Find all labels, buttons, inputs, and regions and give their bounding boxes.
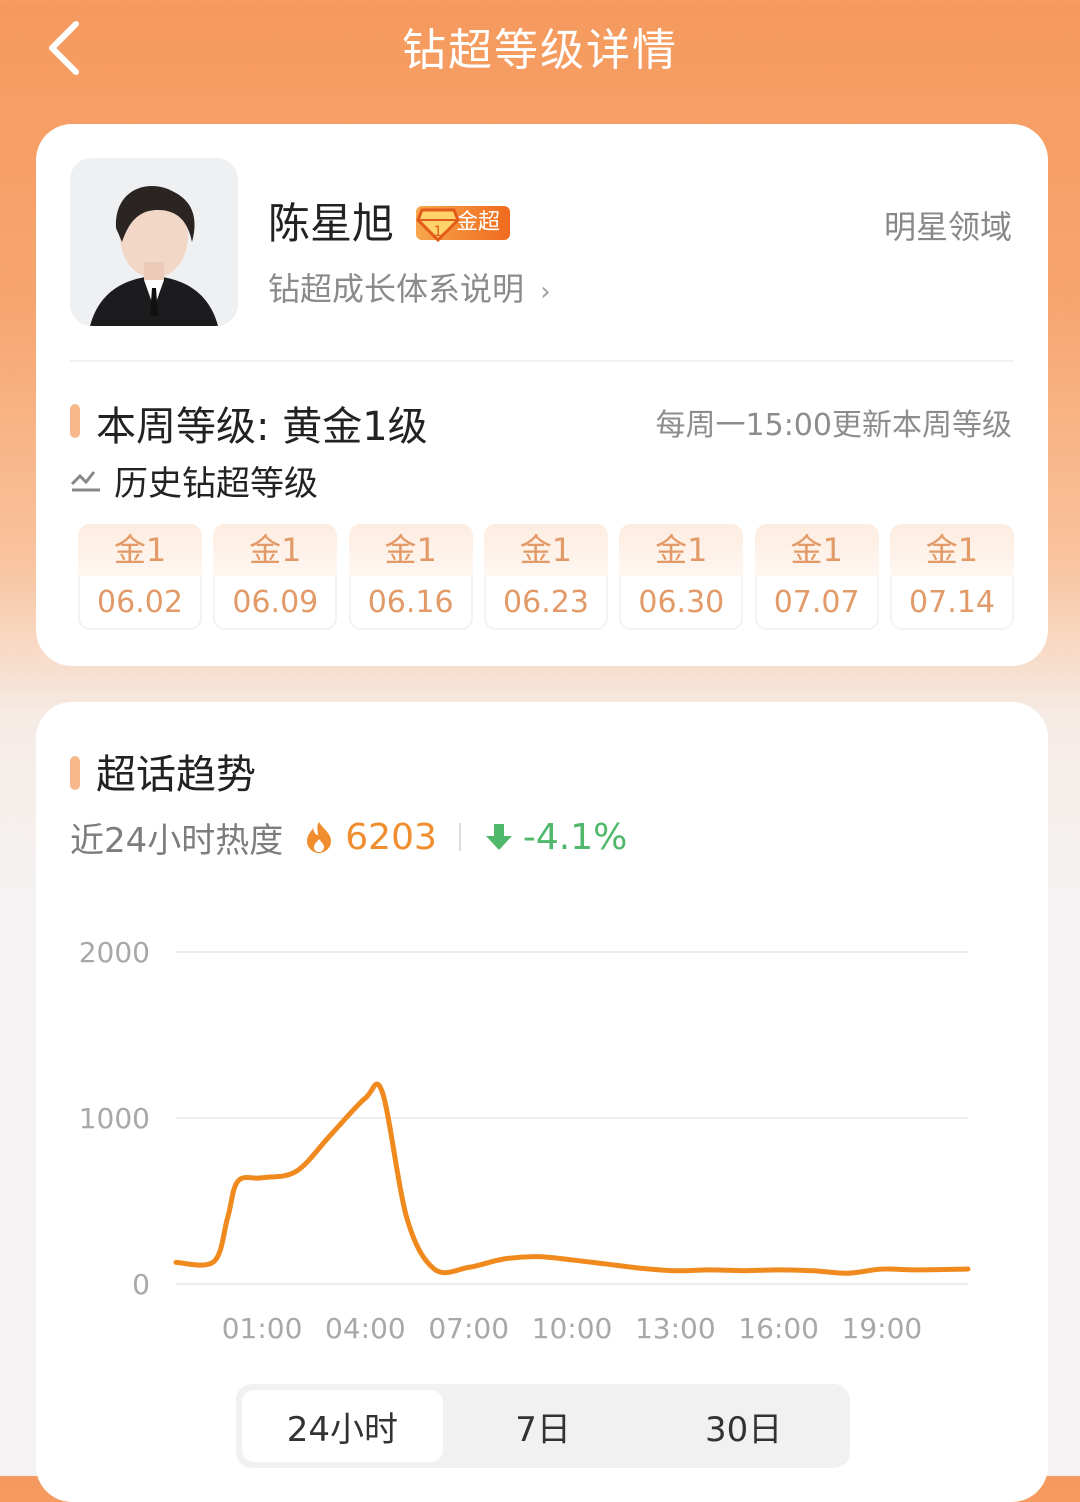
history-cell: 金1 06.16 (348, 524, 473, 630)
avatar-image (70, 158, 238, 326)
top-bar: 钻超等级详情 (0, 0, 1080, 96)
growth-link-label: 钻超成长体系说明 (268, 270, 525, 308)
tab-30d[interactable]: 30日 (643, 1390, 844, 1462)
y-tick-label: 2000 (79, 936, 150, 969)
trend-chart: 2000 1000 0 01:00 04:00 07:00 10:00 13:00 16:00 1… (79, 936, 971, 1345)
diamond-icon: 1 (416, 208, 460, 243)
svg-text:1: 1 (434, 224, 443, 240)
history-grid: 金1 06.02 金1 06.09 金1 06.16 金1 06.23 金1 06.30 … (78, 524, 1014, 630)
growth-system-link[interactable]: 钻超成长体系说明 › (268, 264, 551, 310)
history-level: 金1 (213, 524, 338, 576)
history-level: 金1 (483, 524, 608, 576)
history-cell: 金1 07.07 (754, 524, 879, 630)
accent-bar (70, 756, 80, 790)
domain-label[interactable]: 明星领域 (884, 202, 1012, 248)
badge-label: 1 金超 (416, 206, 511, 243)
profile-card: 陈星旭 1 金超 钻超成长体系说明 › 明星领域 本周等级: 黄金1级 每周一1… (36, 124, 1048, 666)
x-tick-label: 10:00 (532, 1312, 613, 1345)
update-note: 每周一15:00更新本周等级 (655, 408, 1012, 443)
series-line (173, 1081, 971, 1276)
current-level: 本周等级: 黄金1级 (96, 404, 428, 450)
accent-bar (70, 404, 80, 438)
domain-text: 明星领域 (883, 208, 1012, 246)
arrow-down-icon (485, 824, 512, 850)
history-cell: 金1 07.14 (889, 524, 1014, 630)
history-date: 06.09 (232, 585, 319, 620)
divider (458, 823, 461, 851)
x-tick-label: 07:00 (428, 1312, 509, 1345)
history-level: 金1 (619, 524, 744, 576)
trend-card: 超话趋势 近24小时热度 6203 -4.1% 2000 1000 0 01:00 04… (36, 702, 1048, 1502)
history-cell: 金1 06.02 (78, 524, 202, 630)
divider (70, 360, 1014, 362)
user-name: 陈星旭 (268, 199, 395, 248)
history-level: 金1 (348, 524, 473, 576)
chevron-right-icon: › (540, 277, 551, 307)
history-cell: 金1 06.23 (483, 524, 608, 630)
range-tabs: 24小时 7日 30日 (236, 1384, 850, 1468)
history-title: 历史钻超等级 (114, 463, 318, 504)
history-level: 金1 (889, 524, 1014, 576)
history-cell: 金1 06.09 (213, 524, 338, 630)
tab-7d[interactable]: 7日 (443, 1390, 644, 1462)
heat-label: 近24小时热度 (70, 820, 284, 861)
x-tick-label: 04:00 (325, 1312, 406, 1345)
history-cell: 金1 06.30 (619, 524, 744, 630)
x-tick-label: 13:00 (635, 1312, 716, 1345)
page-title: 钻超等级详情 (402, 25, 678, 76)
history-date: 06.02 (97, 585, 183, 620)
heat-value: 6203 (345, 816, 437, 858)
trend-title: 超话趋势 (96, 752, 256, 798)
y-tick-label: 1000 (79, 1102, 150, 1135)
heat-change: -4.1% (522, 816, 628, 858)
trend-icon (70, 471, 100, 492)
history-header: 历史钻超等级 (70, 458, 318, 504)
super-badge: 1 金超 (416, 204, 511, 243)
history-date: 07.07 (773, 585, 860, 620)
badge-text: 金超 (456, 210, 501, 235)
history-date: 06.23 (503, 585, 589, 620)
history-level: 金1 (78, 524, 202, 576)
x-tick-label: 16:00 (738, 1312, 819, 1345)
x-tick-label: 19:00 (842, 1312, 923, 1345)
y-tick-label: 0 (132, 1268, 150, 1301)
history-date: 06.16 (367, 585, 454, 620)
history-date: 07.14 (909, 585, 995, 620)
tab-24h[interactable]: 24小时 (242, 1390, 443, 1462)
heat-row: 近24小时热度 6203 -4.1% (70, 812, 627, 862)
avatar[interactable] (70, 158, 238, 326)
x-tick-label: 01:00 (222, 1312, 303, 1345)
flame-icon (307, 822, 332, 853)
history-level: 金1 (754, 524, 879, 576)
history-date: 06.30 (638, 585, 725, 620)
